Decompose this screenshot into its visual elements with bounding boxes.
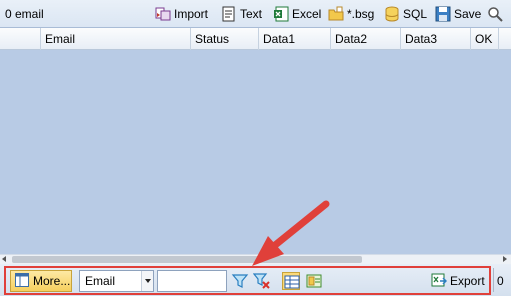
bsg-button[interactable]: *.bsg [328, 4, 374, 24]
bottom-filter-bar: More... Email Export 0 [0, 264, 511, 296]
column-header-data2[interactable]: Data2 [331, 28, 401, 50]
column-header-status[interactable]: Status [191, 28, 259, 50]
column-header-email[interactable]: Email [41, 28, 191, 50]
column-header-row-selector[interactable] [0, 28, 41, 50]
scrollbar-thumb[interactable] [12, 256, 362, 263]
horizontal-scrollbar[interactable] [0, 254, 511, 264]
database-icon [384, 6, 400, 22]
sql-label: SQL [403, 7, 428, 21]
record-count: 0 [497, 274, 504, 288]
bsg-folder-icon [328, 6, 344, 22]
excel-button[interactable]: Excel [273, 4, 321, 24]
column-header-ok[interactable]: OK [471, 28, 499, 50]
grid-header: Email Status Data1 Data2 Data3 OK [0, 28, 511, 50]
scroll-right-icon[interactable] [503, 256, 507, 262]
sql-button[interactable]: SQL [384, 4, 427, 24]
save-label: Save [454, 7, 482, 21]
save-button[interactable]: Save [435, 4, 481, 24]
divider [493, 268, 494, 292]
grid-body[interactable] [0, 50, 511, 254]
scroll-left-icon[interactable] [2, 256, 6, 262]
import-button[interactable]: Import [155, 4, 208, 24]
top-toolbar: 0 email Import Text Excel *.bsg SQL Save [0, 0, 511, 28]
import-icon [155, 6, 171, 22]
search-icon [487, 6, 503, 22]
text-label: Text [240, 7, 263, 21]
save-icon [435, 6, 451, 22]
excel-icon [273, 6, 289, 22]
bsg-label: *.bsg [347, 7, 375, 21]
highlight-box [4, 266, 491, 295]
excel-label: Excel [292, 7, 322, 21]
text-button[interactable]: Text [221, 4, 262, 24]
email-count-label: 0 email [5, 7, 44, 21]
text-file-icon [221, 6, 237, 22]
column-header-data1[interactable]: Data1 [259, 28, 331, 50]
column-header-data3[interactable]: Data3 [401, 28, 471, 50]
search-button[interactable] [487, 4, 503, 24]
import-label: Import [174, 7, 209, 21]
